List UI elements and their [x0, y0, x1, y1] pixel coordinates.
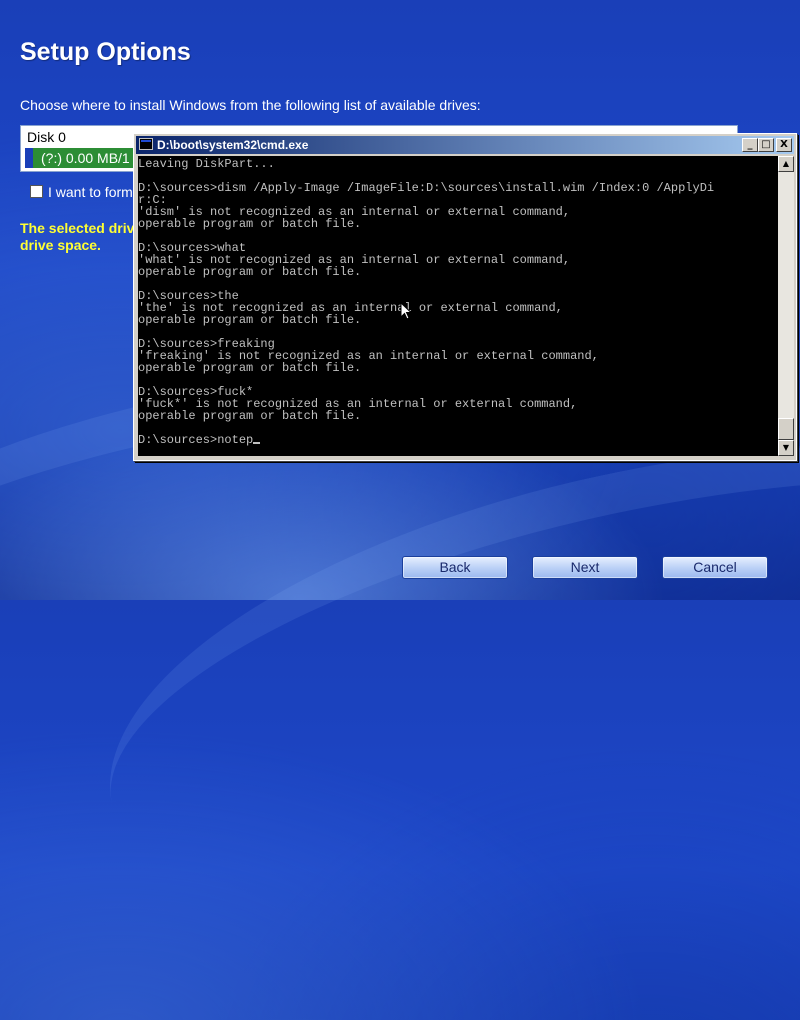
format-checkbox[interactable]	[30, 185, 43, 198]
console-prompt-line[interactable]: D:\sources>notep	[138, 433, 253, 447]
format-checkbox-label: I want to form	[48, 184, 133, 200]
mouse-pointer-icon	[400, 302, 412, 320]
cmd-window-title: D:\boot\system32\cmd.exe	[157, 138, 309, 152]
cancel-button[interactable]: Cancel	[662, 556, 768, 579]
scroll-up-button[interactable]: ▲	[778, 156, 794, 172]
disk-header: Disk 0	[27, 129, 66, 145]
warning-line-1: The selected drive	[20, 220, 143, 236]
console-line: operable program or batch file.	[138, 409, 362, 423]
next-button[interactable]: Next	[532, 556, 638, 579]
text-cursor	[253, 442, 261, 444]
console-line: operable program or batch file.	[138, 361, 362, 375]
console-scrollbar[interactable]: ▲ ▼	[778, 156, 794, 456]
console-line: operable program or batch file.	[138, 313, 362, 327]
cmd-window[interactable]: D:\boot\system32\cmd.exe _ □ X Leaving D…	[133, 133, 797, 461]
scroll-down-button[interactable]: ▼	[778, 440, 794, 456]
warning-text: The selected drive drive space.	[20, 220, 143, 254]
cmd-titlebar[interactable]: D:\boot\system32\cmd.exe _ □ X	[136, 136, 794, 154]
scrollbar-thumb[interactable]	[778, 418, 794, 440]
instruction-text: Choose where to install Windows from the…	[20, 97, 481, 113]
console-line: Leaving DiskPart...	[138, 157, 275, 171]
console-line: operable program or batch file.	[138, 265, 362, 279]
format-option[interactable]: I want to form	[30, 184, 133, 200]
console-icon[interactable]	[139, 138, 153, 150]
back-button[interactable]: Back	[402, 556, 508, 579]
console-line: D:\sources>dism /Apply-Image /ImageFile:…	[138, 181, 715, 195]
console-output[interactable]: Leaving DiskPart... D:\sources>dism /App…	[138, 156, 778, 456]
minimize-button[interactable]: _	[742, 138, 758, 152]
warning-line-2: drive space.	[20, 237, 101, 253]
maximize-button[interactable]: □	[758, 138, 774, 152]
page-title: Setup Options	[20, 38, 191, 66]
console-line: operable program or batch file.	[138, 217, 362, 231]
close-button[interactable]: X	[776, 138, 792, 152]
console-text: Leaving DiskPart... D:\sources>dism /App…	[138, 156, 778, 446]
